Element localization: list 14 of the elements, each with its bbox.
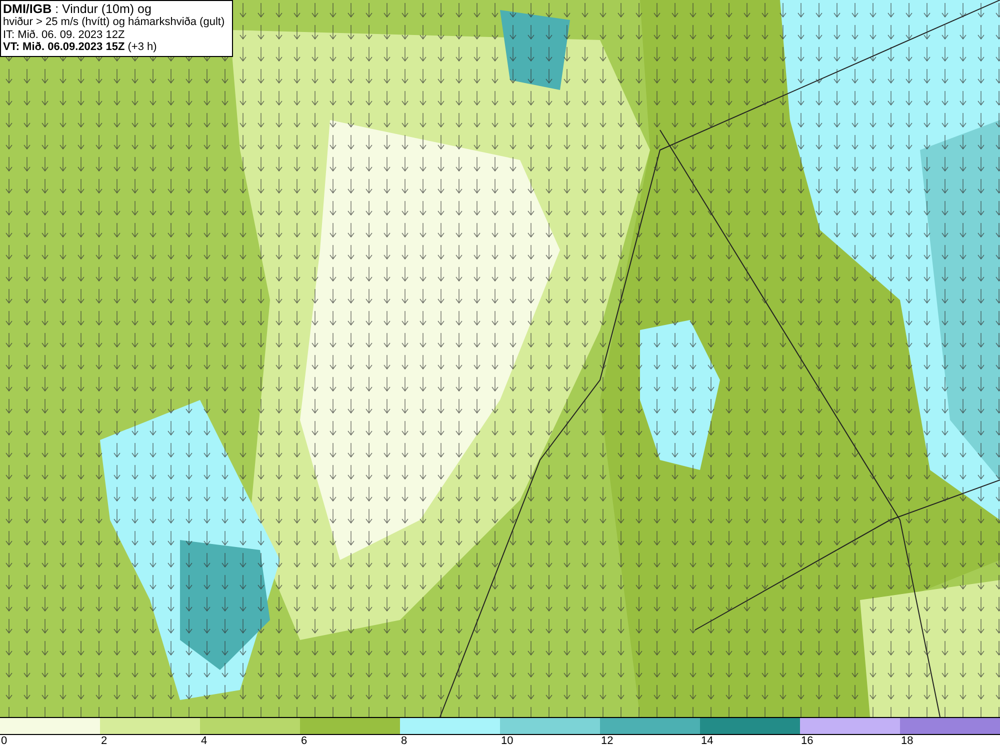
scale-tick-label: 4 [201,735,208,747]
scale-tick-label: 2 [101,735,108,747]
map-caption-line: IT: Mið. 06. 09. 2023 12Z [3,28,126,41]
map-caption-line: DMI/IGB : Vindur (10m) og [3,2,152,16]
map-caption-line: VT: Mið. 06.09.2023 15Z (+3 h) [3,41,158,54]
scale-tick-label: 10 [501,735,514,747]
scale-tick-label: 8 [401,735,408,747]
map-caption-line: hviður > 25 m/s (hvítt) og hámarkshviða (gult) [3,16,226,28]
scale-tick-label: 0 [1,735,8,747]
scale-tick-label: 16 [801,735,814,747]
scale-tick-label: 6 [301,735,308,747]
scale-tick-label: 14 [701,735,714,747]
scale-tick-label: 18 [901,735,914,747]
scale-tick-label: 12 [601,735,614,747]
